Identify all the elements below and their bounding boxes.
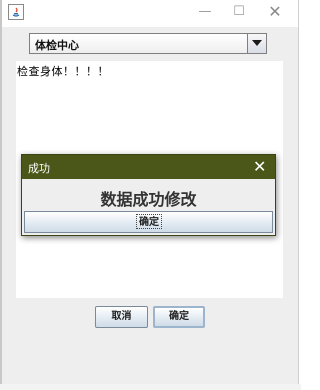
cancel-button[interactable]: 取消	[95, 306, 148, 328]
category-combobox[interactable]: 体检中心	[29, 33, 267, 54]
combobox-selected-value: 体检中心	[35, 39, 79, 52]
background-bottom-edge	[0, 384, 301, 390]
dialog-close-button[interactable]: ✕	[253, 157, 266, 176]
text-area-content: 检查身体！！！！	[17, 65, 109, 78]
window-titlebar: — ☐ ✕	[2, 0, 298, 27]
chevron-down-icon	[252, 40, 262, 46]
minimize-button[interactable]: —	[194, 3, 216, 21]
dialog-ok-label: 确定	[136, 214, 162, 229]
java-app-icon	[8, 4, 24, 20]
combobox-dropdown-button[interactable]	[247, 34, 266, 53]
dialog-titlebar: 成功 ✕	[22, 155, 275, 179]
dialog-message: 数据成功修改	[100, 190, 197, 209]
confirm-button[interactable]: 确定	[153, 306, 205, 328]
success-dialog: 成功 ✕ 数据成功修改 确定	[21, 154, 276, 236]
close-window-button[interactable]: ✕	[264, 3, 286, 21]
dialog-ok-button[interactable]: 确定	[24, 211, 273, 233]
maximize-button[interactable]: ☐	[228, 3, 250, 21]
dialog-title: 成功	[28, 162, 50, 175]
